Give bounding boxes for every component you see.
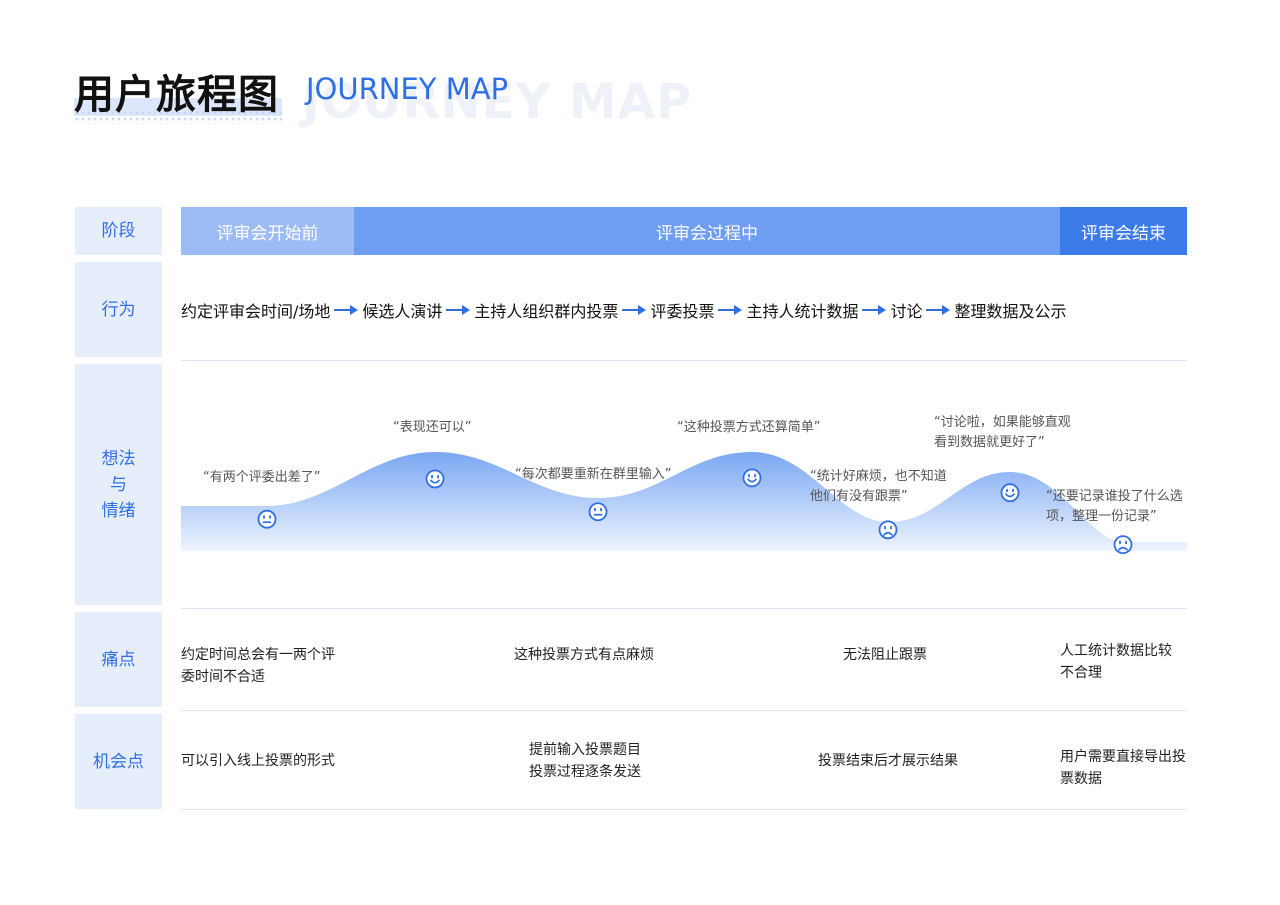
opportunity-line: 票数据 — [1060, 771, 1102, 787]
happy-face-icon — [1000, 483, 1020, 503]
emotion-quote: “讨论啦，如果能够直观 看到数据就更好了” — [934, 413, 1071, 453]
emotion-quote: “有两个评委出差了” — [203, 470, 321, 485]
pain-point-line: 这种投票方式有点麻烦 — [514, 647, 654, 663]
opportunity: 可以引入线上投票的形式 — [181, 750, 335, 772]
opportunity-line: 可以引入线上投票的形式 — [181, 753, 335, 769]
emotion-quote: “每次都要重新在群里输入” — [515, 467, 672, 482]
opportunity: 提前输入投票题目 投票过程逐条发送 — [529, 739, 641, 783]
opportunity-line: 投票过程逐条发送 — [529, 764, 641, 780]
pain-point: 约定时间总会有一两个评 委时间不合适 — [181, 644, 335, 688]
pain-point-line: 不合理 — [1060, 665, 1102, 681]
opportunity: 用户需要直接导出投 票数据 — [1060, 746, 1186, 790]
emotion-quote-line: “统计好麻烦，也不知道 — [810, 469, 947, 484]
emotion-quote-line: “还要记录谁投了什么选 — [1046, 489, 1183, 504]
emotion-quote-line: 他们有没有跟票” — [810, 489, 908, 504]
emotion-quote: “还要记录谁投了什么选 项，整理一份记录” — [1046, 487, 1183, 527]
happy-face-icon — [425, 469, 445, 489]
opportunity: 投票结束后才展示结果 — [818, 750, 958, 772]
opportunity-line: 投票结束后才展示结果 — [818, 753, 958, 769]
neutral-face-icon — [257, 509, 277, 529]
emotion-quote: “统计好麻烦，也不知道 他们有没有跟票” — [810, 467, 947, 507]
emotion-quote-line: 项，整理一份记录” — [1046, 509, 1157, 524]
opportunity-line: 提前输入投票题目 — [529, 742, 641, 758]
pain-point: 人工统计数据比较 不合理 — [1060, 640, 1172, 684]
pain-point: 无法阻止跟票 — [843, 644, 927, 666]
emotion-quote: “表现还可以” — [393, 420, 472, 435]
emotion-quote: “这种投票方式还算简单” — [677, 420, 821, 435]
sad-face-icon — [1113, 535, 1133, 555]
emotion-wave-area — [181, 452, 1187, 551]
pain-point-line: 约定时间总会有一两个评 — [181, 647, 335, 663]
pain-point: 这种投票方式有点麻烦 — [514, 644, 654, 666]
pain-point-line: 委时间不合适 — [181, 669, 265, 685]
opportunity-line: 用户需要直接导出投 — [1060, 749, 1186, 765]
pain-point-line: 无法阻止跟票 — [843, 647, 927, 663]
pain-point-line: 人工统计数据比较 — [1060, 643, 1172, 659]
neutral-face-icon — [588, 502, 608, 522]
sad-face-icon — [878, 520, 898, 540]
emotion-quote-line: 看到数据就更好了” — [934, 435, 1045, 450]
emotion-quote-line: “讨论啦，如果能够直观 — [934, 415, 1071, 430]
happy-face-icon — [742, 468, 762, 488]
